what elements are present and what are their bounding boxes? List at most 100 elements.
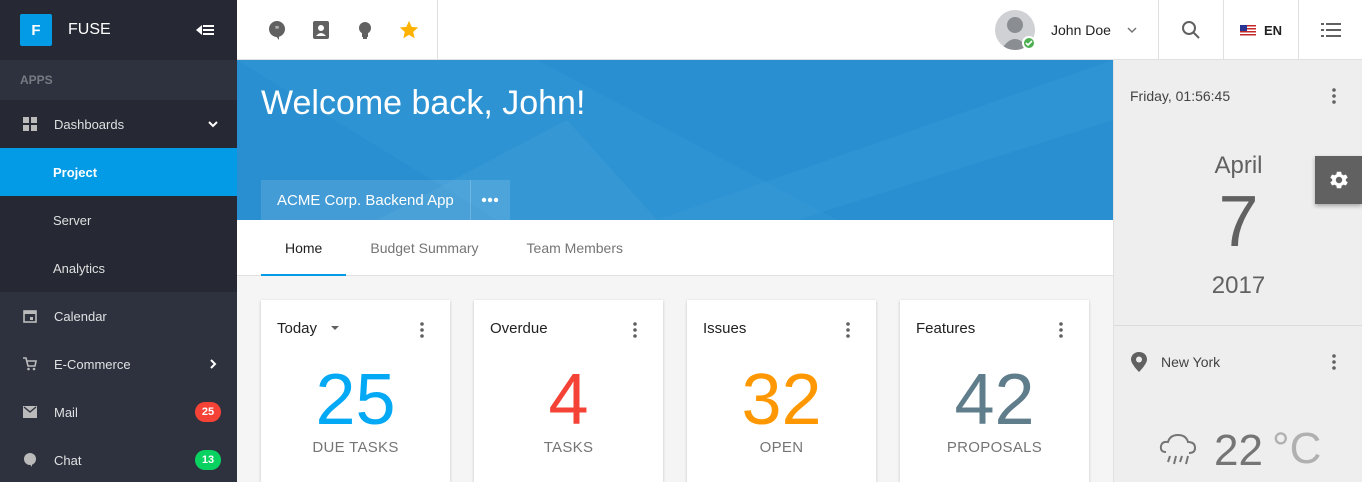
lightbulb-icon [359, 21, 371, 39]
shortcut-chat[interactable]: " [255, 8, 299, 52]
chevron-right-icon [210, 359, 217, 369]
star-icon [399, 20, 419, 38]
shortcut-ideas[interactable] [343, 8, 387, 52]
sidebar-item-ecommerce[interactable]: E-Commerce [0, 340, 237, 388]
widget-more-button[interactable] [410, 318, 434, 342]
more-vertical-icon [1332, 88, 1336, 104]
tab-budget-summary[interactable]: Budget Summary [346, 220, 502, 276]
us-flag-icon [1239, 24, 1256, 36]
caret-down-icon[interactable] [329, 322, 341, 334]
date-more-button[interactable] [1322, 84, 1346, 108]
chevron-down-icon [208, 121, 218, 128]
calendar-icon [22, 308, 38, 324]
widget-today: Today 25 DUE TASKS [261, 300, 450, 482]
user-menu[interactable]: John Doe [995, 0, 1139, 60]
project-more-button[interactable] [469, 180, 510, 220]
nav-group-label: APPS [20, 73, 53, 87]
date-year: 2017 [1211, 272, 1266, 299]
logo-icon: F [20, 14, 52, 46]
project-name[interactable]: ACME Corp. Backend App [261, 180, 470, 220]
widget-more-button[interactable] [1049, 318, 1073, 342]
widget-title: Issues [703, 319, 747, 337]
tab-bar: Home Budget Summary Team Members [237, 220, 1113, 276]
right-sidebar: Friday, 01:56:45 April 7 2017 New York 2… [1113, 60, 1362, 482]
chat-icon: " [269, 20, 285, 40]
widget-overdue: Overdue 4 TASKS [474, 300, 663, 482]
sidebar-item-calendar[interactable]: Calendar [0, 292, 237, 340]
more-vertical-icon [1059, 322, 1063, 338]
weather-more-button[interactable] [1322, 350, 1346, 374]
widget-issues: Issues 32 OPEN [687, 300, 876, 482]
search-button[interactable] [1159, 0, 1223, 60]
rain-cloud-icon [1159, 433, 1197, 465]
cart-icon [22, 356, 38, 372]
weather-city: New York [1161, 354, 1221, 370]
more-vertical-icon [1332, 354, 1336, 370]
widget-label: DUE TASKS [312, 439, 399, 456]
shortcut-contacts[interactable] [299, 8, 343, 52]
sidebar-item-label: E-Commerce [54, 356, 131, 372]
sidebar-item-mail[interactable]: Mail 25 [0, 388, 237, 436]
sidebar-item-label: Calendar [54, 308, 107, 324]
more-vertical-icon [846, 322, 850, 338]
sidebar: F FUSE APPS Dashboards Project Server An… [0, 0, 237, 482]
chevron-down-icon [1127, 27, 1137, 34]
welcome-title: Welcome back, John! [261, 84, 586, 122]
shortcut-favorites[interactable] [387, 8, 431, 52]
sidebar-item-analytics[interactable]: Analytics [0, 244, 237, 292]
location-pin-icon [1131, 352, 1147, 372]
online-status-icon [1022, 36, 1036, 50]
sidebar-item-project[interactable]: Project [0, 148, 237, 196]
temperature-value: 22 [1214, 426, 1263, 475]
widget-value: 4 [548, 360, 589, 440]
widget-value: 32 [741, 360, 822, 440]
logo-text: FUSE [68, 21, 111, 38]
language-code: EN [1263, 22, 1283, 38]
weather-widget: New York 22 °C [1114, 326, 1362, 482]
sidebar-item-label: Dashboards [54, 116, 125, 132]
more-vertical-icon [633, 322, 637, 338]
contacts-icon [313, 20, 329, 39]
settings-button[interactable] [1315, 156, 1362, 204]
sidebar-item-label: Chat [54, 452, 82, 468]
language-switcher[interactable]: EN [1224, 0, 1298, 60]
widget-label: PROPOSALS [946, 439, 1043, 456]
current-datetime: Friday, 01:56:45 [1130, 88, 1231, 104]
search-icon [1182, 21, 1200, 39]
widget-title: Features [916, 319, 976, 337]
chat-count-badge: 13 [195, 450, 221, 470]
more-horizontal-icon [482, 197, 499, 203]
widgets-area: Today 25 DUE TASKS Overdue 4 TASKS Issue… [237, 276, 1113, 482]
widget-value: 25 [315, 360, 396, 440]
quick-panel-toggle[interactable] [1299, 0, 1362, 60]
widget-title: Today [277, 319, 318, 337]
more-vertical-icon [420, 322, 424, 338]
widget-features: Features 42 PROPOSALS [900, 300, 1089, 482]
user-name: John Doe [1051, 22, 1111, 38]
tab-home[interactable]: Home [261, 220, 347, 276]
chat-icon [22, 452, 38, 468]
list-icon [1320, 23, 1341, 37]
project-selector[interactable]: ACME Corp. Backend App [261, 180, 510, 220]
gear-icon [1329, 171, 1348, 189]
fold-sidebar-icon[interactable] [193, 18, 217, 42]
svg-text:": " [275, 25, 280, 36]
shortcuts: " [237, 0, 438, 60]
widget-label: TASKS [543, 439, 594, 456]
widget-value: 42 [954, 360, 1035, 440]
sidebar-header: F FUSE [0, 0, 237, 60]
mail-count-badge: 25 [195, 402, 221, 422]
dashboard-icon [22, 116, 38, 132]
sidebar-item-server[interactable]: Server [0, 196, 237, 244]
toolbar: " John Doe EN [237, 0, 1362, 60]
temperature-unit: °C [1272, 424, 1322, 473]
widget-more-button[interactable] [623, 318, 647, 342]
widget-label: OPEN [759, 439, 804, 456]
tab-team-members[interactable]: Team Members [503, 220, 647, 276]
sidebar-item-chat[interactable]: Chat 13 [0, 436, 237, 482]
sidebar-item-dashboards[interactable]: Dashboards [0, 100, 237, 148]
dashboard-header: Welcome back, John! ACME Corp. Backend A… [237, 60, 1113, 220]
widget-more-button[interactable] [836, 318, 860, 342]
sidebar-item-label: Mail [54, 404, 78, 420]
mail-icon [22, 404, 38, 420]
